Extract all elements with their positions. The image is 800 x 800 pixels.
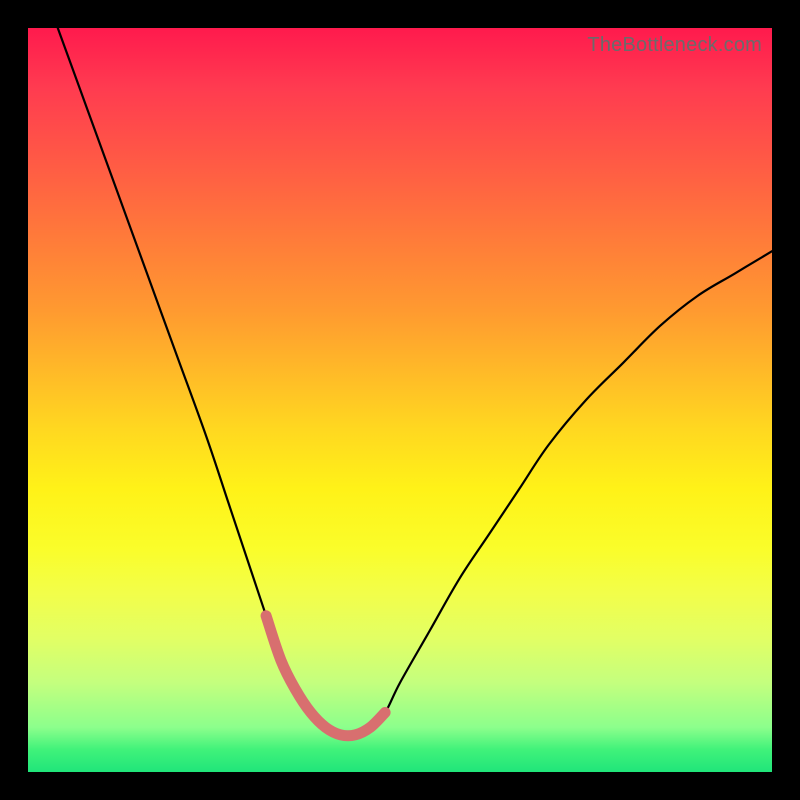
chart-frame: TheBottleneck.com (0, 0, 800, 800)
bottleneck-curve (58, 28, 772, 736)
plot-area: TheBottleneck.com (28, 28, 772, 772)
curve-svg (28, 28, 772, 772)
optimal-range-highlight (266, 616, 385, 736)
